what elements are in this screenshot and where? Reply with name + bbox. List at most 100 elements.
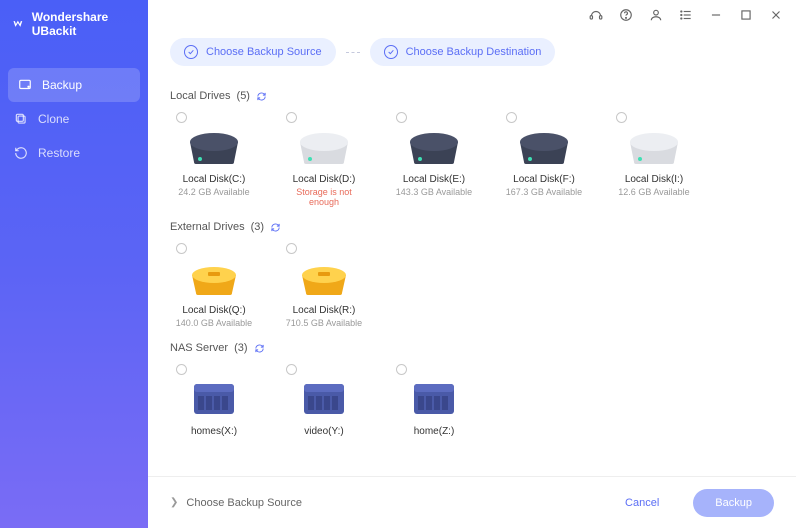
- section-count: (3): [234, 342, 247, 354]
- nav-item-clone[interactable]: Clone: [0, 102, 148, 136]
- content: Local Drives (5) Local Disk(C:) 24.2 GB …: [148, 72, 796, 528]
- footer-hint-text: Choose Backup Source: [186, 497, 302, 509]
- drive-icon: [406, 374, 462, 418]
- drive-name: Local Disk(I:): [625, 174, 683, 185]
- radio[interactable]: [396, 364, 407, 375]
- nav-label: Backup: [42, 78, 82, 92]
- chevron-right-icon: ❯: [170, 497, 178, 508]
- drive-icon: [296, 122, 352, 166]
- nav-item-backup[interactable]: Backup: [8, 68, 140, 102]
- drive-name: Local Disk(C:): [183, 174, 246, 185]
- drive-card[interactable]: Local Disk(Q:) 140.0 GB Available: [170, 243, 258, 328]
- drive-card[interactable]: Local Disk(I:) 12.6 GB Available: [610, 112, 698, 207]
- maximize-button[interactable]: [734, 3, 758, 27]
- restore-icon: [14, 146, 28, 160]
- drive-name: homes(X:): [191, 426, 237, 437]
- drive-icon: [186, 253, 242, 297]
- drive-icon: [296, 253, 352, 297]
- check-circle-icon: [384, 45, 398, 59]
- radio[interactable]: [286, 243, 297, 254]
- nas-drives-grid: homes(X:) video(Y:) home(Z:): [170, 364, 774, 437]
- nav-item-restore[interactable]: Restore: [0, 136, 148, 170]
- radio[interactable]: [176, 243, 187, 254]
- drive-icon: [186, 374, 242, 418]
- drive-name: Local Disk(Q:): [182, 305, 245, 316]
- main: Choose Backup Source Choose Backup Desti…: [148, 0, 796, 528]
- section-header-local: Local Drives (5): [170, 90, 774, 102]
- drive-sub: 710.5 GB Available: [286, 318, 362, 328]
- drive-name: home(Z:): [414, 426, 455, 437]
- nav-label: Restore: [38, 146, 80, 160]
- radio[interactable]: [286, 112, 297, 123]
- user-icon[interactable]: [644, 3, 668, 27]
- titlebar: [148, 0, 796, 30]
- drive-sub: 167.3 GB Available: [506, 187, 582, 197]
- drive-card[interactable]: Local Disk(F:) 167.3 GB Available: [500, 112, 588, 207]
- section-count: (3): [251, 221, 264, 233]
- section-header-external: External Drives (3): [170, 221, 774, 233]
- step-label: Choose Backup Source: [206, 46, 322, 58]
- radio[interactable]: [286, 364, 297, 375]
- drive-name: Local Disk(E:): [403, 174, 465, 185]
- app-title: Wondershare UBackit: [32, 10, 136, 38]
- refresh-icon[interactable]: [256, 91, 267, 102]
- step-label: Choose Backup Destination: [406, 46, 542, 58]
- drive-name: Local Disk(R:): [293, 305, 356, 316]
- minimize-button[interactable]: [704, 3, 728, 27]
- section-title: Local Drives: [170, 90, 231, 102]
- drive-name: video(Y:): [304, 426, 343, 437]
- sidebar: Wondershare UBackit Backup Clone Restore: [0, 0, 148, 528]
- logo-icon: [12, 17, 24, 31]
- radio[interactable]: [396, 112, 407, 123]
- drive-icon: [186, 122, 242, 166]
- radio[interactable]: [616, 112, 627, 123]
- help-icon[interactable]: [614, 3, 638, 27]
- radio[interactable]: [176, 364, 187, 375]
- drive-icon: [516, 122, 572, 166]
- drive-card[interactable]: Local Disk(E:) 143.3 GB Available: [390, 112, 478, 207]
- nav-label: Clone: [38, 112, 69, 126]
- section-count: (5): [237, 90, 250, 102]
- drive-sub: 140.0 GB Available: [176, 318, 252, 328]
- check-circle-icon: [184, 45, 198, 59]
- drive-card[interactable]: home(Z:): [390, 364, 478, 437]
- section-title: NAS Server: [170, 342, 228, 354]
- radio[interactable]: [506, 112, 517, 123]
- drive-name: Local Disk(D:): [293, 174, 356, 185]
- close-button[interactable]: [764, 3, 788, 27]
- drive-name: Local Disk(F:): [513, 174, 575, 185]
- external-drives-grid: Local Disk(Q:) 140.0 GB Available Local …: [170, 243, 774, 328]
- cancel-button[interactable]: Cancel: [603, 489, 681, 517]
- drive-sub: Storage is not enough: [280, 187, 368, 207]
- drive-icon: [406, 122, 462, 166]
- disk-icon: [18, 78, 32, 92]
- refresh-icon[interactable]: [254, 343, 265, 354]
- local-drives-grid: Local Disk(C:) 24.2 GB Available Local D…: [170, 112, 774, 207]
- drive-card[interactable]: video(Y:): [280, 364, 368, 437]
- drive-icon: [296, 374, 352, 418]
- clone-icon: [14, 112, 28, 126]
- step-connector: [346, 52, 360, 53]
- section-header-nas: NAS Server (3): [170, 342, 774, 354]
- support-icon[interactable]: [584, 3, 608, 27]
- drive-card[interactable]: Local Disk(R:) 710.5 GB Available: [280, 243, 368, 328]
- refresh-icon[interactable]: [270, 222, 281, 233]
- section-title: External Drives: [170, 221, 245, 233]
- drive-sub: 12.6 GB Available: [618, 187, 689, 197]
- drive-card[interactable]: homes(X:): [170, 364, 258, 437]
- drive-icon: [626, 122, 682, 166]
- wizard-steps: Choose Backup Source Choose Backup Desti…: [148, 30, 796, 72]
- footer: ❯ Choose Backup Source Cancel Backup: [148, 476, 796, 528]
- radio[interactable]: [176, 112, 187, 123]
- drive-sub: 24.2 GB Available: [178, 187, 249, 197]
- drive-card[interactable]: Local Disk(D:) Storage is not enough: [280, 112, 368, 207]
- drive-card[interactable]: Local Disk(C:) 24.2 GB Available: [170, 112, 258, 207]
- nav: Backup Clone Restore: [0, 68, 148, 170]
- step-source[interactable]: Choose Backup Source: [170, 38, 336, 66]
- drive-sub: 143.3 GB Available: [396, 187, 472, 197]
- footer-hint: ❯ Choose Backup Source: [170, 497, 302, 509]
- logo: Wondershare UBackit: [0, 0, 148, 48]
- step-destination[interactable]: Choose Backup Destination: [370, 38, 556, 66]
- menu-icon[interactable]: [674, 3, 698, 27]
- backup-button[interactable]: Backup: [693, 489, 774, 517]
